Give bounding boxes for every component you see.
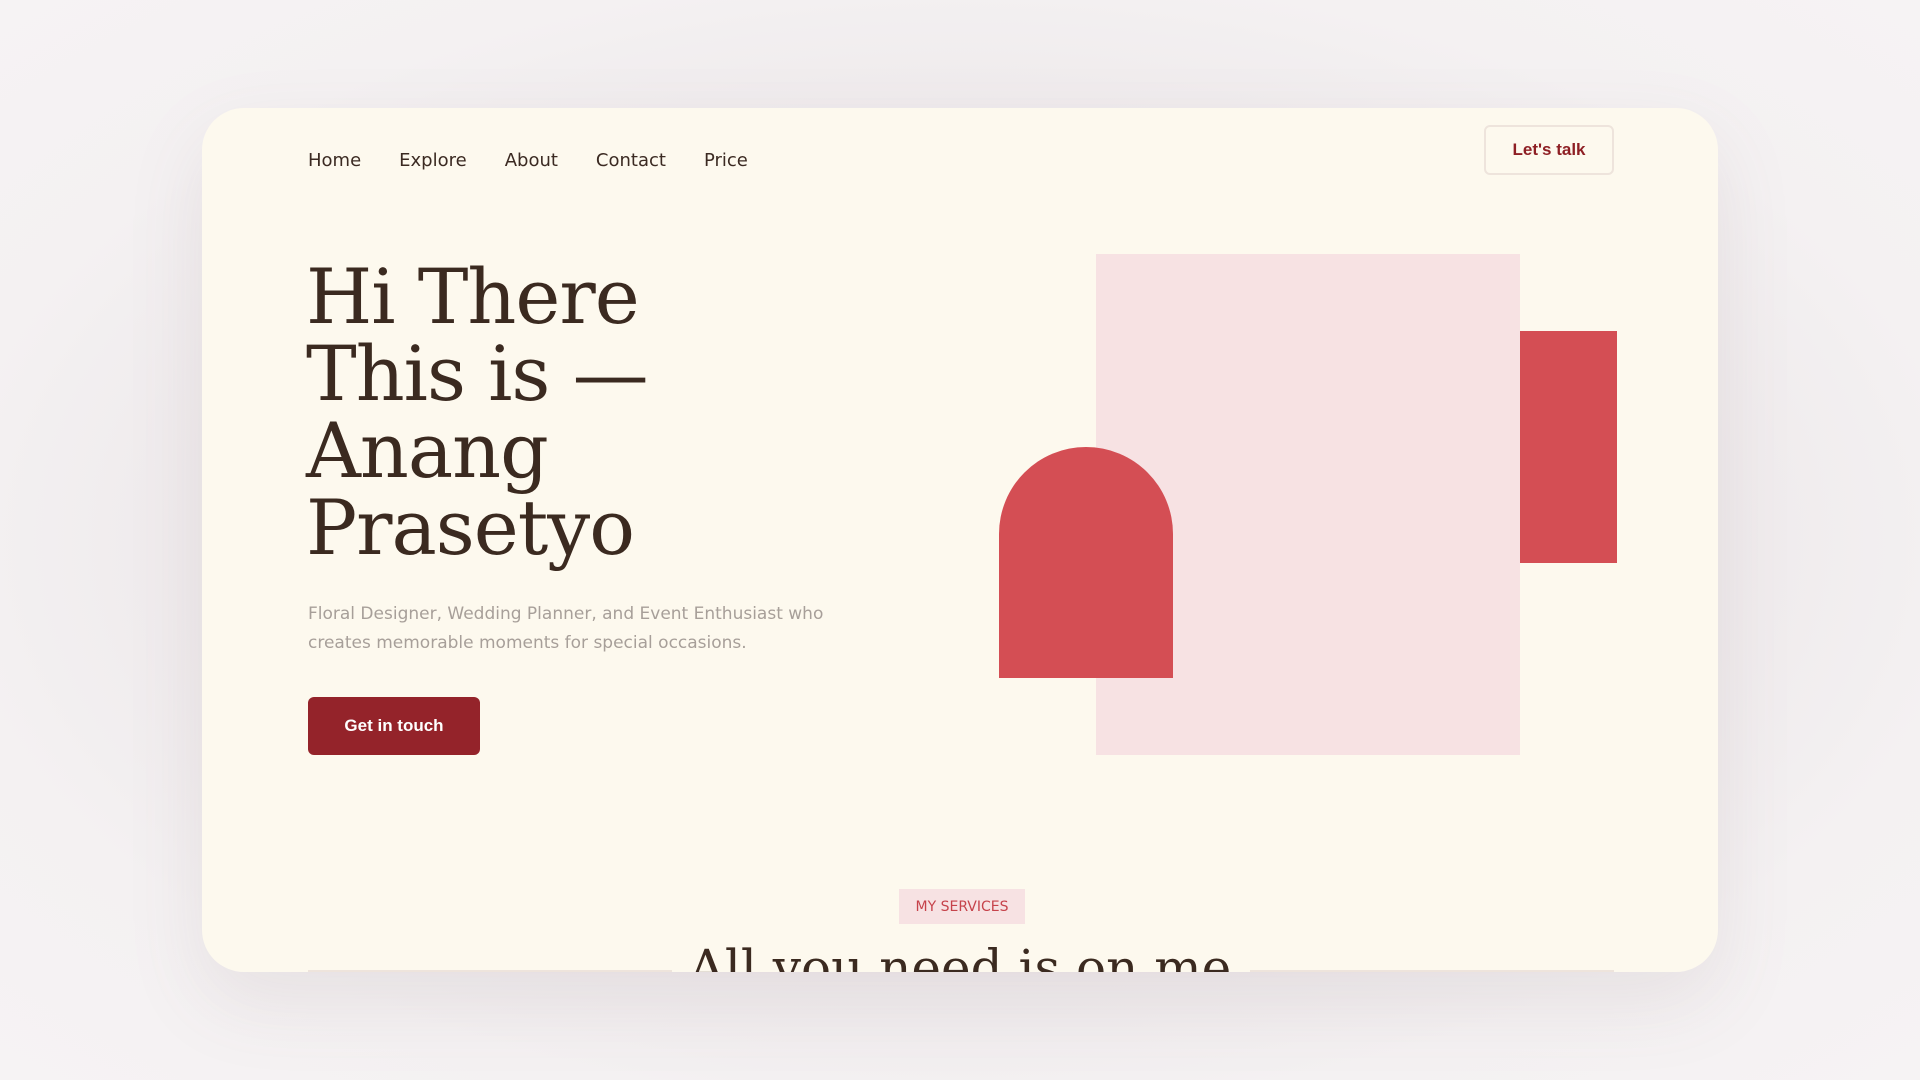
main-nav: Home Explore About Contact Price bbox=[308, 142, 748, 178]
hero-subtitle: Floral Designer, Wedding Planner, and Ev… bbox=[308, 604, 824, 653]
lets-talk-button[interactable]: Let's talk bbox=[1484, 125, 1614, 175]
hero-title-line: Hi There bbox=[306, 252, 640, 341]
decorative-red-arch bbox=[999, 447, 1173, 678]
nav-explore-link[interactable]: Explore bbox=[399, 150, 467, 171]
nav-contact-link[interactable]: Contact bbox=[596, 150, 666, 171]
services-tag: MY SERVICES bbox=[899, 889, 1025, 924]
nav-home-link[interactable]: Home bbox=[308, 150, 361, 171]
get-in-touch-button[interactable]: Get in touch bbox=[308, 697, 480, 755]
services-title: All you need is on me bbox=[688, 939, 1232, 972]
hero-title: Hi There This is — Anang Prasetyo bbox=[306, 252, 649, 572]
hero-title-line: This is — bbox=[306, 329, 649, 418]
nav-price-link[interactable]: Price bbox=[704, 150, 748, 171]
nav-about-link[interactable]: About bbox=[505, 150, 558, 171]
hero-title-line: Anang bbox=[306, 406, 549, 495]
decorative-red-rectangle bbox=[1520, 331, 1617, 563]
page-card: Home Explore About Contact Price Let's t… bbox=[202, 108, 1718, 972]
hero-title-line: Prasetyo bbox=[306, 483, 635, 572]
